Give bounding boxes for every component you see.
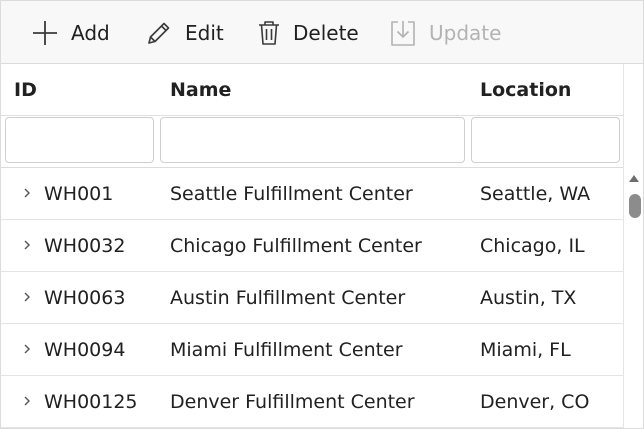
cell-name: Austin Fulfillment Center xyxy=(170,287,406,309)
cell-name: Seattle Fulfillment Center xyxy=(170,183,413,205)
cell-id: WH001 xyxy=(44,183,114,205)
vertical-scrollbar[interactable] xyxy=(623,168,643,428)
trash-icon xyxy=(257,19,281,47)
cell-name: Chicago Fulfillment Center xyxy=(170,235,422,257)
cell-location: Seattle, WA xyxy=(480,183,591,205)
table-row[interactable]: WH0063 Austin Fulfillment Center Austin,… xyxy=(1,272,623,324)
grid-body: WH001 Seattle Fulfillment Center Seattle… xyxy=(1,168,623,428)
column-header-row: ID Name Location xyxy=(1,64,623,116)
table-row[interactable]: WH00125 Denver Fulfillment Center Denver… xyxy=(1,376,623,428)
cell-id: WH00125 xyxy=(44,391,138,413)
header-scroll-gutter xyxy=(623,64,643,168)
table-row[interactable]: WH0094 Miami Fulfillment Center Miami, F… xyxy=(1,324,623,376)
expand-chevron-icon[interactable] xyxy=(22,272,32,322)
cell-id: WH0063 xyxy=(44,287,126,309)
filter-input-name[interactable] xyxy=(160,117,465,163)
grid-toolbar: Add Edit Delete Update xyxy=(1,1,643,64)
expand-chevron-icon[interactable] xyxy=(22,220,32,270)
cell-location: Miami, FL xyxy=(480,339,571,361)
cell-id: WH0032 xyxy=(44,235,126,257)
add-button[interactable]: Add xyxy=(31,14,110,52)
update-button[interactable]: Update xyxy=(389,14,501,52)
delete-button[interactable]: Delete xyxy=(257,14,359,52)
column-header-id[interactable]: ID xyxy=(14,64,37,116)
edit-button-label: Edit xyxy=(185,21,224,45)
expand-chevron-icon[interactable] xyxy=(22,168,32,218)
edit-button[interactable]: Edit xyxy=(145,14,224,52)
pencil-icon xyxy=(145,19,173,47)
delete-button-label: Delete xyxy=(293,21,359,45)
add-button-label: Add xyxy=(71,21,110,45)
filter-input-location[interactable] xyxy=(471,117,620,163)
cell-location: Denver, CO xyxy=(480,391,590,413)
filter-row xyxy=(1,116,623,168)
cell-id: WH0094 xyxy=(44,339,126,361)
table-row[interactable]: WH001 Seattle Fulfillment Center Seattle… xyxy=(1,168,623,220)
update-button-label: Update xyxy=(429,21,502,45)
filter-input-id[interactable] xyxy=(5,117,154,163)
cell-location: Chicago, IL xyxy=(480,235,585,257)
cell-name: Miami Fulfillment Center xyxy=(170,339,403,361)
plus-icon xyxy=(31,19,59,47)
cell-location: Austin, TX xyxy=(480,287,577,309)
table-row[interactable]: WH0032 Chicago Fulfillment Center Chicag… xyxy=(1,220,623,272)
save-icon xyxy=(389,18,417,48)
data-grid: Add Edit Delete Update ID Name Location xyxy=(0,0,644,429)
scroll-up-arrow-icon[interactable] xyxy=(628,173,640,183)
cell-name: Denver Fulfillment Center xyxy=(170,391,415,413)
scrollbar-thumb[interactable] xyxy=(629,194,641,218)
column-header-location[interactable]: Location xyxy=(480,64,571,116)
expand-chevron-icon[interactable] xyxy=(22,324,32,374)
expand-chevron-icon[interactable] xyxy=(22,376,32,426)
column-header-name[interactable]: Name xyxy=(170,64,231,116)
